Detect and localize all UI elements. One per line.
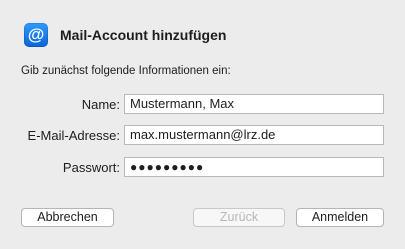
- at-icon-glyph: @: [27, 25, 45, 44]
- dialog-title: Mail-Account hinzufügen: [60, 27, 227, 43]
- password-field[interactable]: ●●●●●●●●●: [124, 157, 384, 177]
- password-label: Passwort:: [62, 160, 120, 175]
- email-label: E-Mail-Adresse:: [27, 128, 120, 143]
- add-mail-account-dialog: @ Mail-Account hinzufügen Gib zunächst f…: [0, 0, 405, 249]
- signin-button[interactable]: Anmelden: [296, 208, 384, 227]
- back-button[interactable]: Zurück: [193, 208, 285, 227]
- name-label: Name:: [81, 97, 120, 112]
- name-field[interactable]: Mustermann, Max: [124, 94, 384, 114]
- cancel-button[interactable]: Abbrechen: [21, 208, 114, 227]
- at-icon: @: [24, 23, 48, 47]
- dialog-subtitle: Gib zunächst folgende Informationen ein:: [21, 65, 231, 77]
- email-field[interactable]: max.mustermann@lrz.de: [124, 125, 384, 145]
